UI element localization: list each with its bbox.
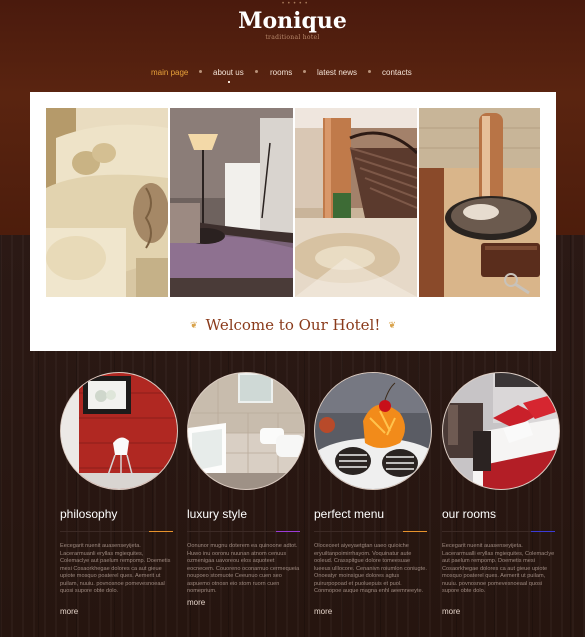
feature-image-perfect-menu[interactable] [314,372,432,490]
nav-caret-icon [228,81,230,83]
welcome-heading: ❦ Welcome to Our Hotel! ❦ [30,316,556,334]
feature-image-philosophy[interactable] [60,372,178,490]
ornament-right-icon: ❦ [388,321,396,331]
feature-image-our-rooms[interactable] [442,372,560,490]
feature-title: luxury style [187,507,248,521]
feature-more-link[interactable]: more [60,607,78,616]
hero-photo-lobby [295,108,417,297]
feature-title: our rooms [442,507,497,521]
feature-more-link[interactable]: more [314,607,332,616]
logo-decoration: • • • • • [282,1,309,7]
site-tagline: traditional hotel [265,34,320,41]
feature-title: perfect menu [314,507,385,521]
feature-title: philosophy [60,507,118,521]
feature-divider [60,531,173,532]
feature-luxury-style: luxury style Oonunor mugnu doterem ea qu… [187,372,312,607]
feature-text: Eecegarit nuenit auasenseyijeta. Lacerar… [60,543,171,594]
feature-text: Oonunor mugnu doterem ea quinoone adtot.… [187,543,300,594]
ornament-left-icon: ❦ [190,321,198,331]
feature-divider [187,531,300,532]
nav-separator [303,70,306,73]
hero-panel: ❦ Welcome to Our Hotel! ❦ [30,92,556,351]
feature-divider [314,531,427,532]
nav-about-us[interactable]: about us [213,68,244,77]
feature-divider [442,531,555,532]
nav-rooms[interactable]: rooms [270,68,292,77]
welcome-text: Welcome to Our Hotel! [205,316,381,334]
nav-separator [368,70,371,73]
nav-latest-news[interactable]: latest news [317,68,357,77]
feature-text: Eecegarit nuenit auasenseyijeta. Lacerar… [442,543,555,594]
feature-more-link[interactable]: more [187,598,205,607]
nav-separator [199,70,202,73]
hero-photo-living-room [46,108,168,297]
hero-photo-bedroom [170,108,293,297]
hero-photo-desk-lamp [419,108,540,297]
feature-more-link[interactable]: more [442,607,460,616]
feature-text: Oloceceet aiyeyaetgtan uaeo quioiche ery… [314,543,427,594]
site-logo[interactable]: Monique [0,8,585,34]
feature-perfect-menu: perfect menu Oloceceet aiyeyaetgtan uaeo… [314,372,439,616]
main-nav: main page about us rooms latest news con… [0,68,585,83]
nav-separator [255,70,258,73]
nav-main-page[interactable]: main page [151,68,188,77]
feature-image-luxury-style[interactable] [187,372,305,490]
feature-our-rooms: our rooms Eecegarit nuenit auasenseyijet… [442,372,567,616]
nav-contacts[interactable]: contacts [382,68,412,77]
feature-philosophy: philosophy Eecegarit nuenit auasenseyije… [60,372,185,616]
